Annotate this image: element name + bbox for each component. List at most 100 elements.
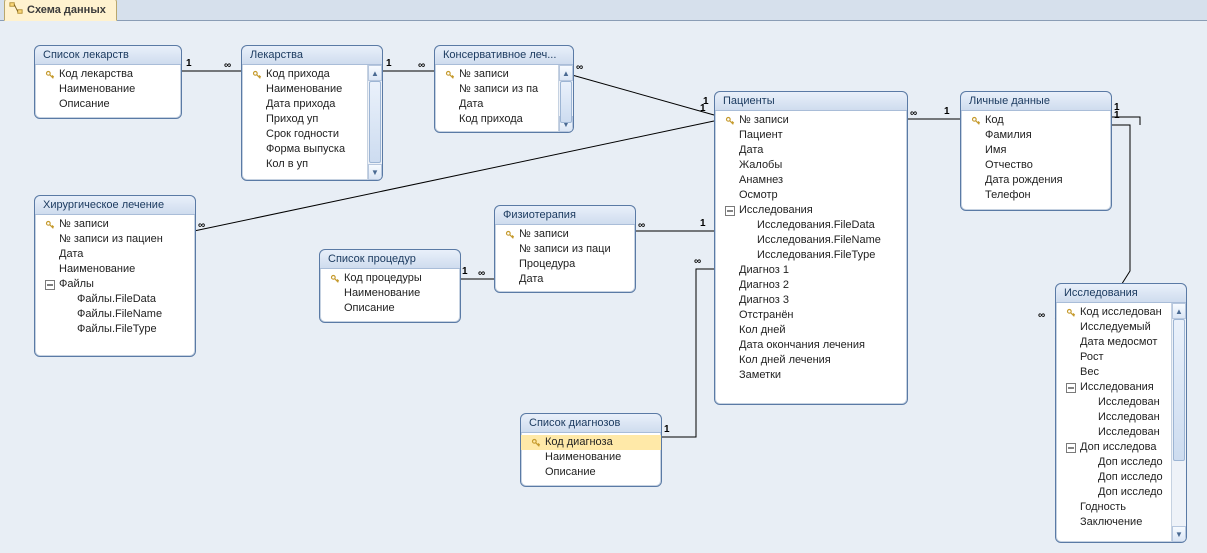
field-row[interactable]: Дата окончания лечения: [715, 338, 907, 353]
field-row[interactable]: Исследуемый: [1056, 320, 1172, 335]
table-procList[interactable]: Список процедур Код процедурыНаименование…: [319, 249, 461, 323]
field-row[interactable]: Код прихода: [435, 112, 559, 127]
table-patients[interactable]: Пациенты№ записиПациентДатаЖалобыАнамнез…: [714, 91, 908, 405]
table-drugList[interactable]: Список лекарств Код лекарстваНаименование…: [34, 45, 182, 119]
field-row[interactable]: Фамилия: [961, 128, 1111, 143]
field-row[interactable]: Жалобы: [715, 158, 907, 173]
field-row[interactable]: Код процедуры: [320, 271, 460, 286]
field-row[interactable]: Телефон: [961, 188, 1111, 203]
scroll-thumb[interactable]: [369, 81, 381, 163]
field-row[interactable]: Наименование: [320, 286, 460, 301]
field-row[interactable]: Наименование: [242, 82, 368, 97]
field-row[interactable]: Анамнез: [715, 173, 907, 188]
scrollbar[interactable]: ▲▼: [367, 65, 382, 180]
field-row[interactable]: Код исследован: [1056, 305, 1172, 320]
scroll-up-icon[interactable]: ▲: [559, 65, 573, 81]
field-row[interactable]: Срок годности: [242, 127, 368, 142]
field-row[interactable]: Наименование: [35, 82, 181, 97]
field-row[interactable]: Доп исследова: [1056, 440, 1172, 455]
field-row[interactable]: Доп исследо: [1056, 470, 1172, 485]
table-title[interactable]: Консервативное леч...: [435, 46, 573, 65]
field-row[interactable]: Наименование: [35, 262, 195, 277]
field-row[interactable]: Исследован: [1056, 410, 1172, 425]
field-row[interactable]: Имя: [961, 143, 1111, 158]
field-row[interactable]: Исследования: [1056, 380, 1172, 395]
field-row[interactable]: Дата прихода: [242, 97, 368, 112]
scroll-track[interactable]: [1172, 319, 1186, 526]
field-row[interactable]: Исследования.FileType: [715, 248, 907, 263]
scroll-down-icon[interactable]: ▼: [368, 164, 382, 180]
table-title[interactable]: Лекарства: [242, 46, 382, 65]
field-row[interactable]: Диагноз 3: [715, 293, 907, 308]
table-title[interactable]: Физиотерапия: [495, 206, 635, 225]
field-row[interactable]: Дата: [435, 97, 559, 112]
field-row[interactable]: Доп исследо: [1056, 485, 1172, 500]
field-row[interactable]: Код: [961, 113, 1111, 128]
field-row[interactable]: Доп исследо: [1056, 455, 1172, 470]
field-row[interactable]: № записи из пациен: [35, 232, 195, 247]
field-row[interactable]: Осмотр: [715, 188, 907, 203]
table-conserv[interactable]: Консервативное леч... № записи№ записи из…: [434, 45, 574, 133]
scroll-track[interactable]: [559, 81, 573, 116]
field-row[interactable]: Код диагноза: [521, 435, 661, 450]
field-row[interactable]: Дата: [35, 247, 195, 262]
field-row[interactable]: Диагноз 1: [715, 263, 907, 278]
scroll-up-icon[interactable]: ▲: [368, 65, 382, 81]
field-row[interactable]: Отчество: [961, 158, 1111, 173]
relationships-canvas[interactable]: 1∞1∞1∞1∞1∞1∞1∞1∞1∞1 Список лекарствКод л…: [0, 21, 1207, 553]
field-row[interactable]: Годность: [1056, 500, 1172, 515]
table-title[interactable]: Список диагнозов: [521, 414, 661, 433]
scroll-thumb[interactable]: [560, 81, 572, 123]
field-row[interactable]: Исследования.FileData: [715, 218, 907, 233]
field-row[interactable]: Дата рождения: [961, 173, 1111, 188]
scrollbar[interactable]: ▲▼: [1171, 303, 1186, 542]
field-row[interactable]: Код прихода: [242, 67, 368, 82]
field-row[interactable]: Файлы.FileName: [35, 307, 195, 322]
field-row[interactable]: Кол дней: [715, 323, 907, 338]
field-row[interactable]: Дата: [495, 272, 635, 287]
table-physio[interactable]: Физиотерапия№ записи№ записи из пациПроц…: [494, 205, 636, 293]
tab-schema[interactable]: Схема данных: [4, 0, 117, 21]
field-row[interactable]: Дата: [715, 143, 907, 158]
field-row[interactable]: Файлы.FileData: [35, 292, 195, 307]
field-row[interactable]: Исследования: [715, 203, 907, 218]
field-row[interactable]: № записи: [35, 217, 195, 232]
field-row[interactable]: Диагноз 2: [715, 278, 907, 293]
field-row[interactable]: № записи: [495, 227, 635, 242]
field-row[interactable]: Кол дней лечения: [715, 353, 907, 368]
table-title[interactable]: Исследования: [1056, 284, 1186, 303]
field-row[interactable]: Заметки: [715, 368, 907, 383]
field-row[interactable]: Наименование: [521, 450, 661, 465]
field-row[interactable]: Дата медосмот: [1056, 335, 1172, 350]
field-row[interactable]: Вес: [1056, 365, 1172, 380]
field-row[interactable]: Файлы.FileType: [35, 322, 195, 337]
table-drugs[interactable]: Лекарства Код приходаНаименованиеДата при…: [241, 45, 383, 181]
field-row[interactable]: № записи из паци: [495, 242, 635, 257]
table-research[interactable]: Исследования Код исследованИсследуемыйДат…: [1055, 283, 1187, 543]
field-row[interactable]: Кол в уп: [242, 157, 368, 172]
field-row[interactable]: Исследован: [1056, 395, 1172, 410]
table-surgery[interactable]: Хирургическое лечение № записи№ записи из…: [34, 195, 196, 357]
scroll-down-icon[interactable]: ▼: [1172, 526, 1186, 542]
field-row[interactable]: Форма выпуска: [242, 142, 368, 157]
field-row[interactable]: Рост: [1056, 350, 1172, 365]
field-row[interactable]: Исследован: [1056, 425, 1172, 440]
table-title[interactable]: Хирургическое лечение: [35, 196, 195, 215]
table-title[interactable]: Список лекарств: [35, 46, 181, 65]
field-row[interactable]: Пациент: [715, 128, 907, 143]
field-row[interactable]: № записи из па: [435, 82, 559, 97]
field-row[interactable]: Описание: [35, 97, 181, 112]
field-row[interactable]: Приход уп: [242, 112, 368, 127]
scroll-up-icon[interactable]: ▲: [1172, 303, 1186, 319]
field-row[interactable]: № записи: [435, 67, 559, 82]
field-row[interactable]: Описание: [320, 301, 460, 316]
field-row[interactable]: Описание: [521, 465, 661, 480]
field-row[interactable]: Отстранён: [715, 308, 907, 323]
table-personal[interactable]: Личные данныеКодФамилияИмяОтчествоДата р…: [960, 91, 1112, 211]
scrollbar[interactable]: ▲▼: [558, 65, 573, 132]
field-row[interactable]: Исследования.FileName: [715, 233, 907, 248]
field-row[interactable]: Заключение: [1056, 515, 1172, 530]
table-title[interactable]: Список процедур: [320, 250, 460, 269]
field-row[interactable]: Код лекарства: [35, 67, 181, 82]
table-title[interactable]: Пациенты: [715, 92, 907, 111]
